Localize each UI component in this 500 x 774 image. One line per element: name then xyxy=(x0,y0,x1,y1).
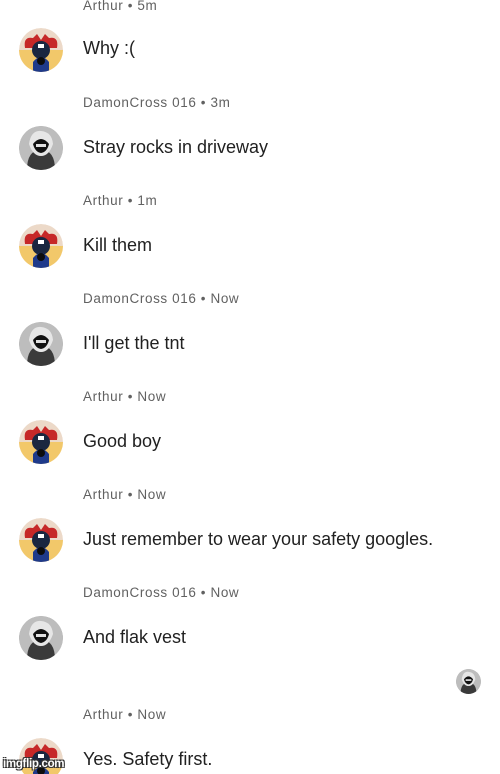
arthur-avatar[interactable] xyxy=(19,518,63,562)
message-text: And flak vest xyxy=(83,627,187,647)
message-text: Kill them xyxy=(83,235,153,255)
message-text: Good boy xyxy=(83,431,162,451)
message-meta: Arthur • 5m xyxy=(83,0,158,13)
message-meta: Arthur • 1m xyxy=(83,193,158,208)
message-meta: Arthur • Now xyxy=(83,707,167,722)
message-text: Just remember to wear your safety google… xyxy=(83,529,434,549)
message-text: Yes. Safety first. xyxy=(83,749,213,769)
message-meta: Arthur • Now xyxy=(83,389,167,404)
message-text: Stray rocks in driveway xyxy=(83,137,269,157)
message-text: I'll get the tnt xyxy=(83,333,185,353)
damon-avatar[interactable] xyxy=(19,126,63,170)
message-text: Why :( xyxy=(83,38,135,58)
message-meta: DamonCross 016 • Now xyxy=(83,585,240,600)
damon-avatar[interactable] xyxy=(19,616,63,660)
message-meta: Arthur • Now xyxy=(83,487,167,502)
watermark: imgflip.com xyxy=(3,758,65,770)
arthur-avatar[interactable] xyxy=(19,224,63,268)
damon-avatar[interactable] xyxy=(19,322,63,366)
message-meta: DamonCross 016 • 3m xyxy=(83,95,231,110)
message-meta: DamonCross 016 • Now xyxy=(83,291,240,306)
arthur-avatar[interactable] xyxy=(19,28,63,72)
read-receipt-avatar xyxy=(456,669,481,694)
arthur-avatar[interactable] xyxy=(19,420,63,464)
